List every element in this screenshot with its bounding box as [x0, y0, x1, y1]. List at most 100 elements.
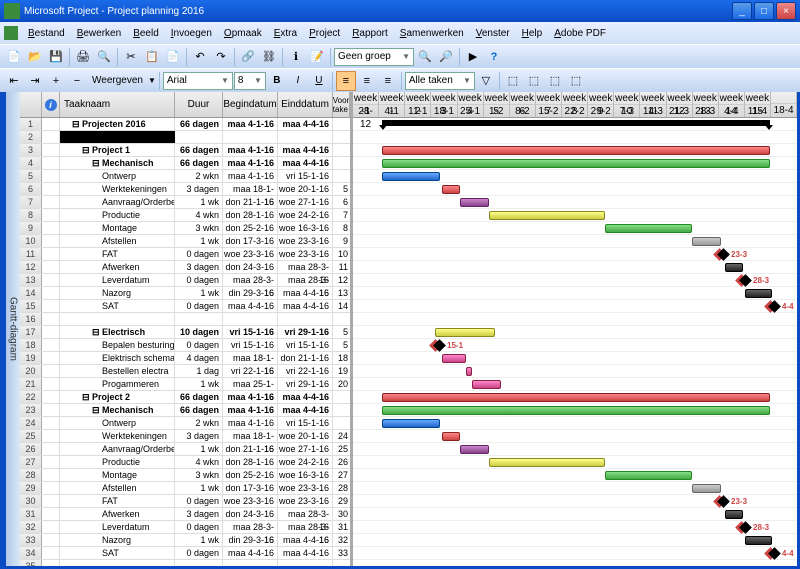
week-header[interactable]: week 14-1 [379, 92, 405, 117]
task-bar[interactable] [435, 328, 495, 337]
task-row[interactable]: 24Ontwerp2 wknmaa 4-1-16vri 15-1-16 [20, 417, 350, 430]
close-button[interactable]: × [776, 2, 796, 20]
task-bar[interactable] [489, 458, 605, 467]
week-header[interactable]: week 425-1 [458, 92, 484, 117]
col-rownum[interactable] [20, 92, 42, 117]
task-bar[interactable] [745, 536, 772, 545]
note-icon[interactable]: 📝 [307, 47, 327, 67]
task-bar[interactable] [489, 211, 605, 220]
italic-icon[interactable]: I [288, 71, 308, 91]
task-row[interactable]: 21Progammeren1 wkmaa 25-1-16vri 29-1-162… [20, 378, 350, 391]
col-pre[interactable]: Voortake [333, 92, 350, 117]
task-row[interactable]: 5Ontwerp2 wknmaa 4-1-16vri 15-1-16 [20, 170, 350, 183]
task-row[interactable]: 33Nazorg1 wkdin 29-3-16maa 4-4-1632 [20, 534, 350, 547]
task-row[interactable]: 2 [20, 131, 350, 144]
task-bar[interactable] [382, 146, 770, 155]
task-bar[interactable] [442, 432, 460, 441]
week-header[interactable]: week 51-2 [484, 92, 510, 117]
task-row[interactable]: 32Leverdatum0 dagenmaa 28-3-16maa 28-3-1… [20, 521, 350, 534]
task-row[interactable]: 18Bepalen besturing0 dagenvri 15-1-16vri… [20, 339, 350, 352]
weergeven-label[interactable]: Weergeven [88, 75, 147, 86]
bold-icon[interactable]: B [267, 71, 287, 91]
task-bar[interactable] [692, 237, 721, 246]
week-header[interactable]: week 822-2 [562, 92, 588, 117]
menu-bestand[interactable]: Bestand [22, 26, 71, 41]
week-header[interactable]: 18-4 [771, 92, 797, 117]
menu-help[interactable]: Help [516, 26, 549, 41]
task-row[interactable]: 16 [20, 313, 350, 326]
redo-icon[interactable]: ↷ [211, 47, 231, 67]
save-icon[interactable]: 💾 [46, 47, 66, 67]
menu-venster[interactable]: Venster [470, 26, 516, 41]
task-row[interactable]: 17⊟ Electrisch10 dagenvri 15-1-16vri 29-… [20, 326, 350, 339]
week-header[interactable]: week 144-4 [719, 92, 745, 117]
t3-icon[interactable]: ⬚ [545, 71, 565, 91]
indent-icon[interactable]: ⇥ [25, 71, 45, 91]
menu-project[interactable]: Project [303, 26, 346, 41]
task-row[interactable]: 28Montage3 wkndon 25-2-16woe 16-3-1627 [20, 469, 350, 482]
info-icon[interactable]: ℹ [286, 47, 306, 67]
align-right-icon[interactable]: ≡ [378, 71, 398, 91]
menu-invoegen[interactable]: Invoegen [165, 26, 218, 41]
new-icon[interactable]: 📄 [4, 47, 24, 67]
gantt-body[interactable]: 23-328-34-415-123-328-34-415-1 [353, 118, 797, 566]
zoom-in-icon[interactable]: 🔍 [415, 47, 435, 67]
week-header[interactable]: week 1511-4 [745, 92, 771, 117]
align-center-icon[interactable]: ≡ [357, 71, 377, 91]
task-row[interactable]: 23⊟ Mechanisch66 dagenmaa 4-1-16maa 4-4-… [20, 404, 350, 417]
task-row[interactable]: 14Nazorg1 wkdin 29-3-16maa 4-4-1613 [20, 287, 350, 300]
t2-icon[interactable]: ⬚ [524, 71, 544, 91]
task-row[interactable]: 6Werktekeningen3 dagenmaa 18-1-16woe 20-… [20, 183, 350, 196]
task-bar[interactable] [745, 289, 772, 298]
view-sidebar[interactable]: Gantt-diagram [6, 92, 20, 566]
task-row[interactable]: 4⊟ Mechanisch66 dagenmaa 4-1-16maa 4-4-1… [20, 157, 350, 170]
outdent-icon[interactable]: ⇤ [4, 71, 24, 91]
menu-rapport[interactable]: Rapport [346, 26, 394, 41]
menu-opmaak[interactable]: Opmaak [218, 26, 268, 41]
week-header[interactable]: week 318-1 [431, 92, 457, 117]
minimize-button[interactable]: _ [732, 2, 752, 20]
undo-icon[interactable]: ↶ [190, 47, 210, 67]
task-row[interactable]: 1⊟ Projecten 201666 dagenmaa 4-1-16maa 4… [20, 118, 350, 131]
task-bar[interactable] [460, 445, 489, 454]
task-row[interactable]: 13Leverdatum0 dagenmaa 28-3-16maa 28-3-1… [20, 274, 350, 287]
link-icon[interactable]: 🔗 [238, 47, 258, 67]
group-combo[interactable]: Geen groep▼ [334, 48, 414, 66]
col-info[interactable]: i [42, 92, 60, 117]
task-row[interactable]: 9Montage3 wkndon 25-2-16woe 16-3-168 [20, 222, 350, 235]
task-bar[interactable] [460, 198, 489, 207]
task-bar[interactable] [466, 367, 472, 376]
task-row[interactable]: 19Elektrisch schema op4 dagenmaa 18-1-16… [20, 352, 350, 365]
task-bar[interactable] [605, 471, 692, 480]
summary-bar[interactable] [382, 120, 770, 126]
col-duration[interactable]: Duur [175, 92, 223, 117]
task-bar[interactable] [472, 380, 501, 389]
size-combo[interactable]: 8▼ [234, 72, 266, 90]
copy-icon[interactable]: 📋 [142, 47, 162, 67]
underline-icon[interactable]: U [309, 71, 329, 91]
menu-adobe pdf[interactable]: Adobe PDF [548, 26, 612, 41]
task-row[interactable]: 26Aanvraag/Orderbeve1 wkdon 21-1-16woe 2… [20, 443, 350, 456]
week-header[interactable]: week 715-2 [536, 92, 562, 117]
print-icon[interactable]: 🖨 [73, 47, 93, 67]
task-row[interactable]: 7Aanvraag/Orderbeve1 wkdon 21-1-16woe 27… [20, 196, 350, 209]
col-end[interactable]: Einddatum [278, 92, 333, 117]
task-row[interactable]: 15SAT0 dagenmaa 4-4-16maa 4-4-1614 [20, 300, 350, 313]
task-bar[interactable] [725, 510, 743, 519]
col-begin[interactable]: Begindatum [223, 92, 278, 117]
cut-icon[interactable]: ✂ [121, 47, 141, 67]
maximize-button[interactable]: □ [754, 2, 774, 20]
goto-icon[interactable]: ▶ [463, 47, 483, 67]
task-row[interactable]: 29Afstellen1 wkdon 17-3-16woe 23-3-1628 [20, 482, 350, 495]
task-bar[interactable] [692, 484, 721, 493]
task-row[interactable]: 12Afwerken3 dagendon 24-3-16maa 28-3-161… [20, 261, 350, 274]
task-row[interactable]: 25Werktekeningen3 dagenmaa 18-1-16woe 20… [20, 430, 350, 443]
open-icon[interactable]: 📂 [25, 47, 45, 67]
unlink-icon[interactable]: ⛓ [259, 47, 279, 67]
task-row[interactable]: 22⊟ Project 266 dagenmaa 4-1-16maa 4-4-1… [20, 391, 350, 404]
week-header[interactable]: week -128-12 [353, 92, 379, 117]
menu-extra[interactable]: Extra [268, 26, 303, 41]
task-bar[interactable] [605, 224, 692, 233]
task-row[interactable]: 3⊟ Project 166 dagenmaa 4-1-16maa 4-4-16 [20, 144, 350, 157]
show-icon[interactable]: + [46, 71, 66, 91]
